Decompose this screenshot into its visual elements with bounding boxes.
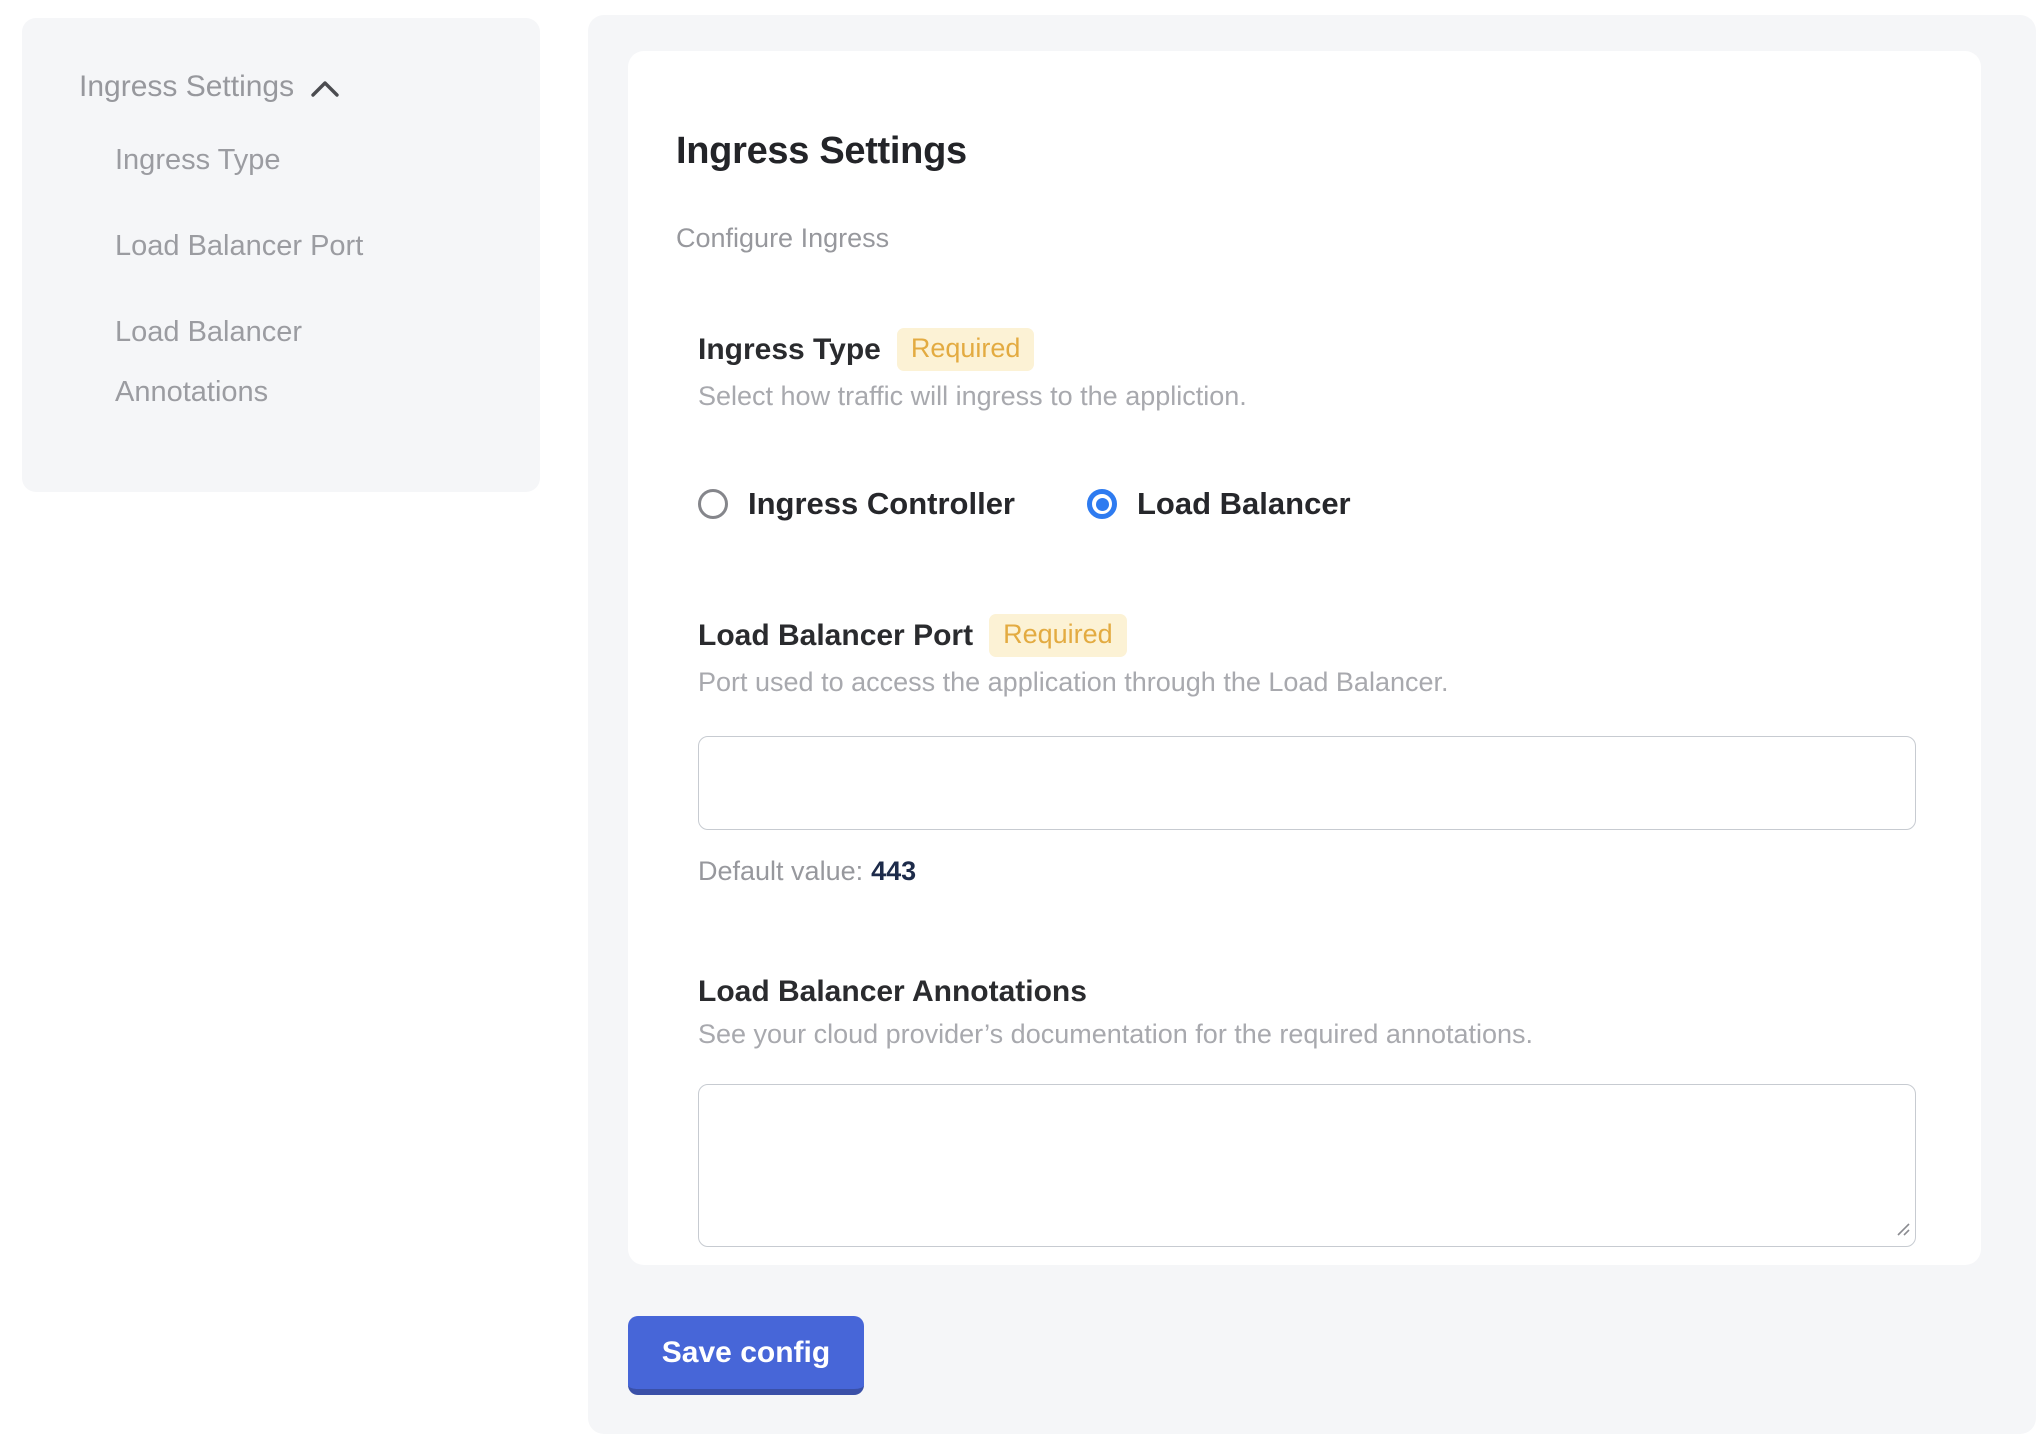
load-balancer-port-heading: Load Balancer Port: [698, 619, 973, 653]
section-ingress-type: Ingress Type Required Select how traffic…: [698, 328, 1916, 522]
ingress-settings-card: Ingress Settings Configure Ingress Ingre…: [628, 51, 1981, 1265]
load-balancer-annotations-description: See your cloud provider’s documentation …: [698, 1019, 1916, 1050]
ingress-type-heading: Ingress Type: [698, 333, 881, 367]
default-value: 443: [871, 856, 916, 886]
radio-unselected-icon[interactable]: [698, 489, 728, 519]
page-title: Ingress Settings: [676, 130, 1916, 173]
radio-selected-icon[interactable]: [1087, 489, 1117, 519]
sidebar-section-ingress-settings[interactable]: Ingress Settings: [79, 70, 510, 104]
default-value-label: Default value:: [698, 856, 863, 886]
save-config-button[interactable]: Save config: [628, 1316, 864, 1395]
page-subtitle: Configure Ingress: [676, 223, 1916, 254]
load-balancer-annotations-textarea[interactable]: [698, 1084, 1916, 1247]
section-load-balancer-annotations: Load Balancer Annotations See your cloud…: [698, 975, 1916, 1247]
sidebar-item-load-balancer-annotations[interactable]: Load Balancer Annotations: [115, 302, 445, 422]
radio-option-ingress-controller[interactable]: Ingress Controller: [698, 486, 1015, 522]
default-value-row: Default value: 443: [698, 856, 1916, 887]
required-badge: Required: [989, 614, 1127, 657]
settings-sidebar: Ingress Settings Ingress Type Load Balan…: [22, 18, 540, 492]
radio-label: Ingress Controller: [748, 486, 1015, 522]
ingress-type-description: Select how traffic will ingress to the a…: [698, 381, 1916, 412]
main-panel: Ingress Settings Configure Ingress Ingre…: [588, 15, 2036, 1434]
load-balancer-port-description: Port used to access the application thro…: [698, 667, 1916, 698]
ingress-type-radio-group: Ingress Controller Load Balancer: [698, 486, 1916, 522]
load-balancer-annotations-heading: Load Balancer Annotations: [698, 975, 1087, 1009]
chevron-up-icon: [310, 78, 340, 100]
form-sections: Ingress Type Required Select how traffic…: [698, 328, 1916, 1247]
required-badge: Required: [897, 328, 1035, 371]
sidebar-item-load-balancer-port[interactable]: Load Balancer Port: [115, 216, 445, 276]
sidebar-item-ingress-type[interactable]: Ingress Type: [115, 130, 445, 190]
radio-label: Load Balancer: [1137, 486, 1351, 522]
radio-option-load-balancer[interactable]: Load Balancer: [1087, 486, 1351, 522]
load-balancer-port-input[interactable]: [698, 736, 1916, 830]
sidebar-section-label: Ingress Settings: [79, 70, 294, 104]
section-load-balancer-port: Load Balancer Port Required Port used to…: [698, 614, 1916, 887]
sidebar-item-list: Ingress Type Load Balancer Port Load Bal…: [115, 130, 510, 422]
